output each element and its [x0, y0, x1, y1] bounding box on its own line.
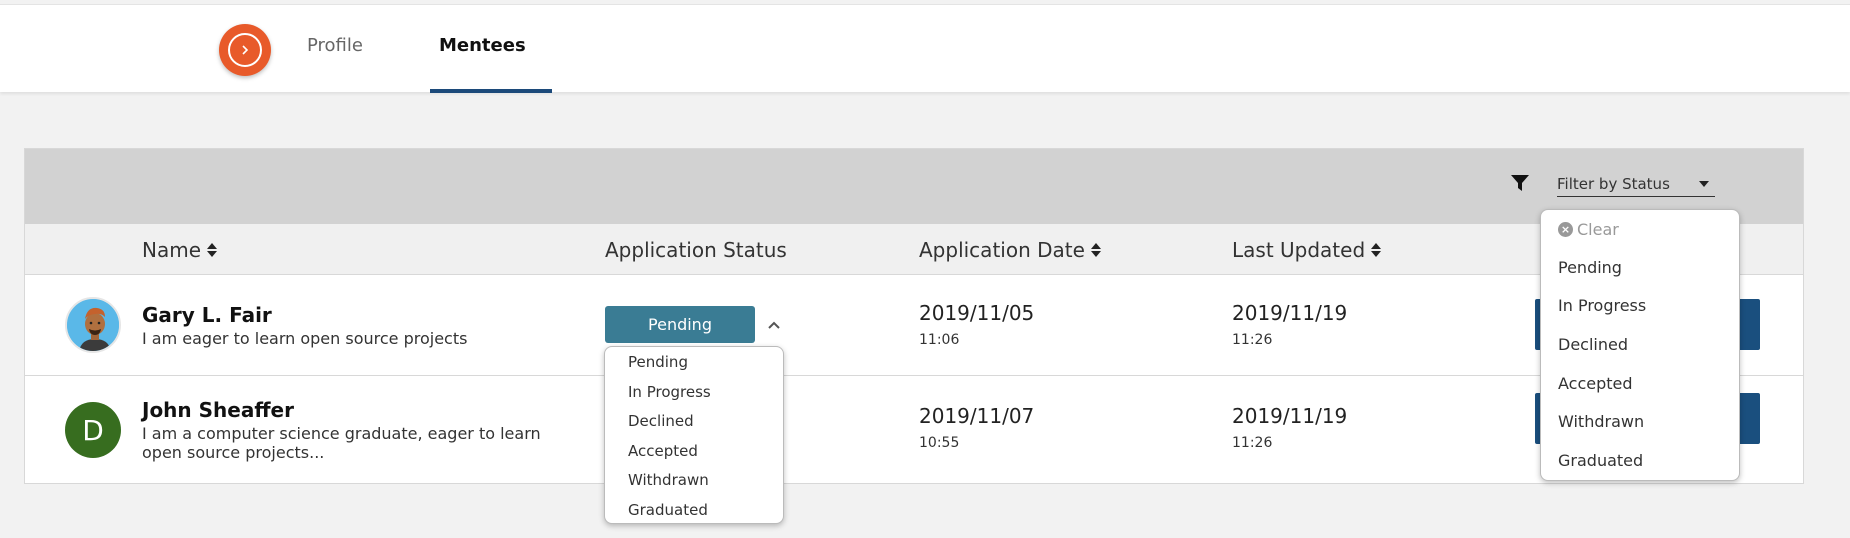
- top-nav: Profile Mentees: [0, 4, 1850, 93]
- status-option-graduated[interactable]: Graduated: [628, 501, 708, 519]
- sort-icon: [1371, 243, 1382, 257]
- sort-icon: [1090, 243, 1101, 257]
- status-option-pending[interactable]: Pending: [628, 353, 688, 371]
- status-option-in-progress[interactable]: In Progress: [628, 383, 711, 401]
- clear-icon: ×: [1558, 222, 1573, 237]
- status-dropdown-menu: Pending In Progress Declined Accepted Wi…: [604, 346, 784, 524]
- status-header-label: Application Status: [605, 238, 787, 262]
- table-row[interactable]: Gary L. Fair I am eager to learn open so…: [25, 275, 1803, 376]
- filter-option-accepted[interactable]: Accepted: [1558, 374, 1633, 393]
- sidebar-toggle-button[interactable]: [219, 24, 271, 76]
- avatar-initial: D: [82, 413, 104, 447]
- filter-bar: Filter by Status: [25, 149, 1803, 224]
- application-date: 2019/11/07: [919, 404, 1035, 428]
- filter-option-declined[interactable]: Declined: [1558, 335, 1628, 354]
- application-date: 2019/11/05: [919, 301, 1035, 325]
- mentee-name[interactable]: Gary L. Fair: [142, 303, 272, 327]
- name-column-header[interactable]: Name: [142, 238, 218, 262]
- clear-label: Clear: [1577, 220, 1619, 239]
- sort-icon: [207, 243, 218, 257]
- filter-option-withdrawn[interactable]: Withdrawn: [1558, 412, 1644, 431]
- application-time: 11:06: [919, 332, 960, 348]
- app-date-header-label: Application Date: [919, 238, 1085, 262]
- status-label: Pending: [648, 315, 712, 334]
- name-header-label: Name: [142, 238, 202, 262]
- chevron-up-icon[interactable]: [767, 315, 781, 334]
- avatar: D: [65, 402, 121, 458]
- filter-option-in-progress[interactable]: In Progress: [1558, 296, 1646, 315]
- filter-option-graduated[interactable]: Graduated: [1558, 451, 1643, 470]
- filter-option-pending[interactable]: Pending: [1558, 258, 1622, 277]
- mentees-table-card: Filter by Status Name Application Status…: [24, 148, 1804, 484]
- status-option-accepted[interactable]: Accepted: [628, 442, 698, 460]
- filter-dropdown-menu: × Clear Pending In Progress Declined Acc…: [1540, 209, 1740, 481]
- mentee-description: I am a computer science graduate, eager …: [142, 424, 541, 462]
- filter-select-label: Filter by Status: [1557, 175, 1670, 193]
- mentee-name[interactable]: John Sheaffer: [142, 398, 294, 422]
- filter-icon: [1511, 175, 1529, 196]
- mentee-description: I am eager to learn open source projects: [142, 329, 468, 348]
- filter-option-clear[interactable]: × Clear: [1558, 220, 1619, 239]
- last-updated-date: 2019/11/19: [1232, 404, 1348, 428]
- status-column-header: Application Status: [605, 238, 787, 262]
- tab-mentees[interactable]: Mentees: [439, 35, 526, 56]
- tab-profile[interactable]: Profile: [307, 35, 363, 56]
- avatar: [65, 297, 121, 353]
- caret-down-icon: [1699, 181, 1709, 187]
- last-updated-header-label: Last Updated: [1232, 238, 1366, 262]
- status-option-declined[interactable]: Declined: [628, 412, 694, 430]
- table-row[interactable]: D John Sheaffer I am a computer science …: [25, 376, 1803, 483]
- table-header: Name Application Status Application Date…: [25, 224, 1803, 275]
- last-updated-time: 11:26: [1232, 332, 1273, 348]
- status-option-withdrawn[interactable]: Withdrawn: [628, 471, 709, 489]
- last-updated-column-header[interactable]: Last Updated: [1232, 238, 1382, 262]
- last-updated-time: 11:26: [1232, 435, 1273, 451]
- app-date-column-header[interactable]: Application Date: [919, 238, 1101, 262]
- application-time: 10:55: [919, 435, 960, 451]
- active-tab-indicator: [430, 89, 552, 93]
- status-select-button[interactable]: Pending: [605, 306, 755, 343]
- last-updated-date: 2019/11/19: [1232, 301, 1348, 325]
- chevron-right-icon: [228, 33, 262, 67]
- filter-by-status-select[interactable]: Filter by Status: [1557, 175, 1715, 197]
